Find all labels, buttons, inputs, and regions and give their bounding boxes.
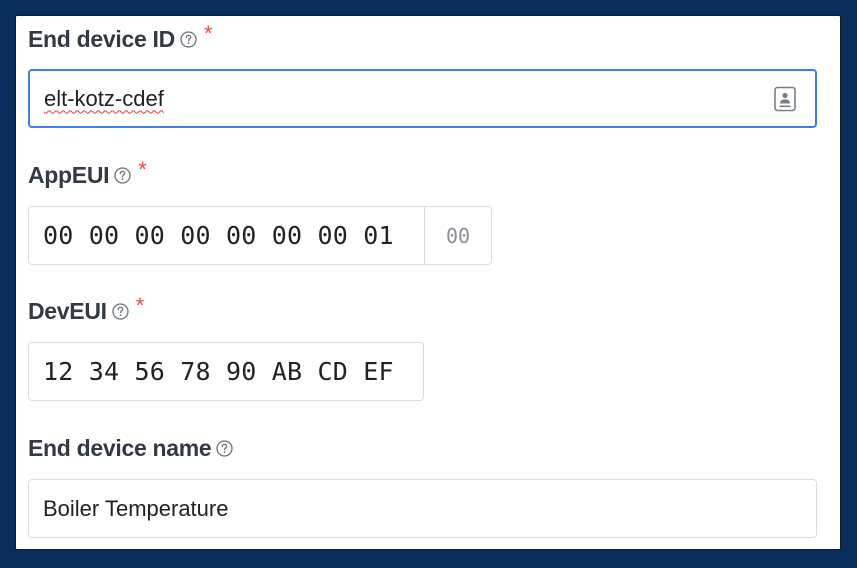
end-device-name-label: End device name <box>28 435 234 462</box>
contact-card-icon[interactable] <box>773 86 797 112</box>
device-form-panel: End device ID * elt-kotz-cdef AppEUI * 0… <box>15 15 841 550</box>
app-eui-label: AppEUI * <box>28 157 147 189</box>
help-circle-icon[interactable] <box>216 440 234 457</box>
dev-eui-label-text: DevEUI <box>28 298 107 324</box>
end-device-id-label-text: End device ID <box>28 26 175 52</box>
dev-eui-label: DevEUI * <box>28 293 144 325</box>
help-circle-icon[interactable] <box>180 31 197 48</box>
end-device-name-input[interactable]: Boiler Temperature <box>28 479 817 538</box>
required-asterisk: * <box>138 156 147 182</box>
help-circle-icon[interactable] <box>112 303 129 320</box>
end-device-id-label: End device ID * <box>28 21 213 53</box>
required-asterisk: * <box>135 292 145 318</box>
dev-eui-input[interactable]: 12 34 56 78 90 AB CD EF <box>28 342 424 401</box>
end-device-name-label-text: End device name <box>28 435 212 461</box>
end-device-id-input[interactable]: elt-kotz-cdef <box>28 69 817 128</box>
app-eui-input[interactable]: 00 00 00 00 00 00 00 01 <box>28 206 425 265</box>
app-eui-next-byte-input[interactable]: 00 <box>424 206 492 265</box>
end-device-id-value: elt-kotz-cdef <box>44 85 164 111</box>
help-circle-icon[interactable] <box>114 167 131 184</box>
required-asterisk: * <box>203 20 213 46</box>
app-eui-next-byte-placeholder: 00 <box>445 223 471 248</box>
app-eui-label-text: AppEUI <box>28 162 110 188</box>
app-eui-value: 00 00 00 00 00 00 00 01 <box>43 221 394 250</box>
end-device-name-value: Boiler Temperature <box>43 495 229 521</box>
dev-eui-value: 12 34 56 78 90 AB CD EF <box>43 357 394 386</box>
